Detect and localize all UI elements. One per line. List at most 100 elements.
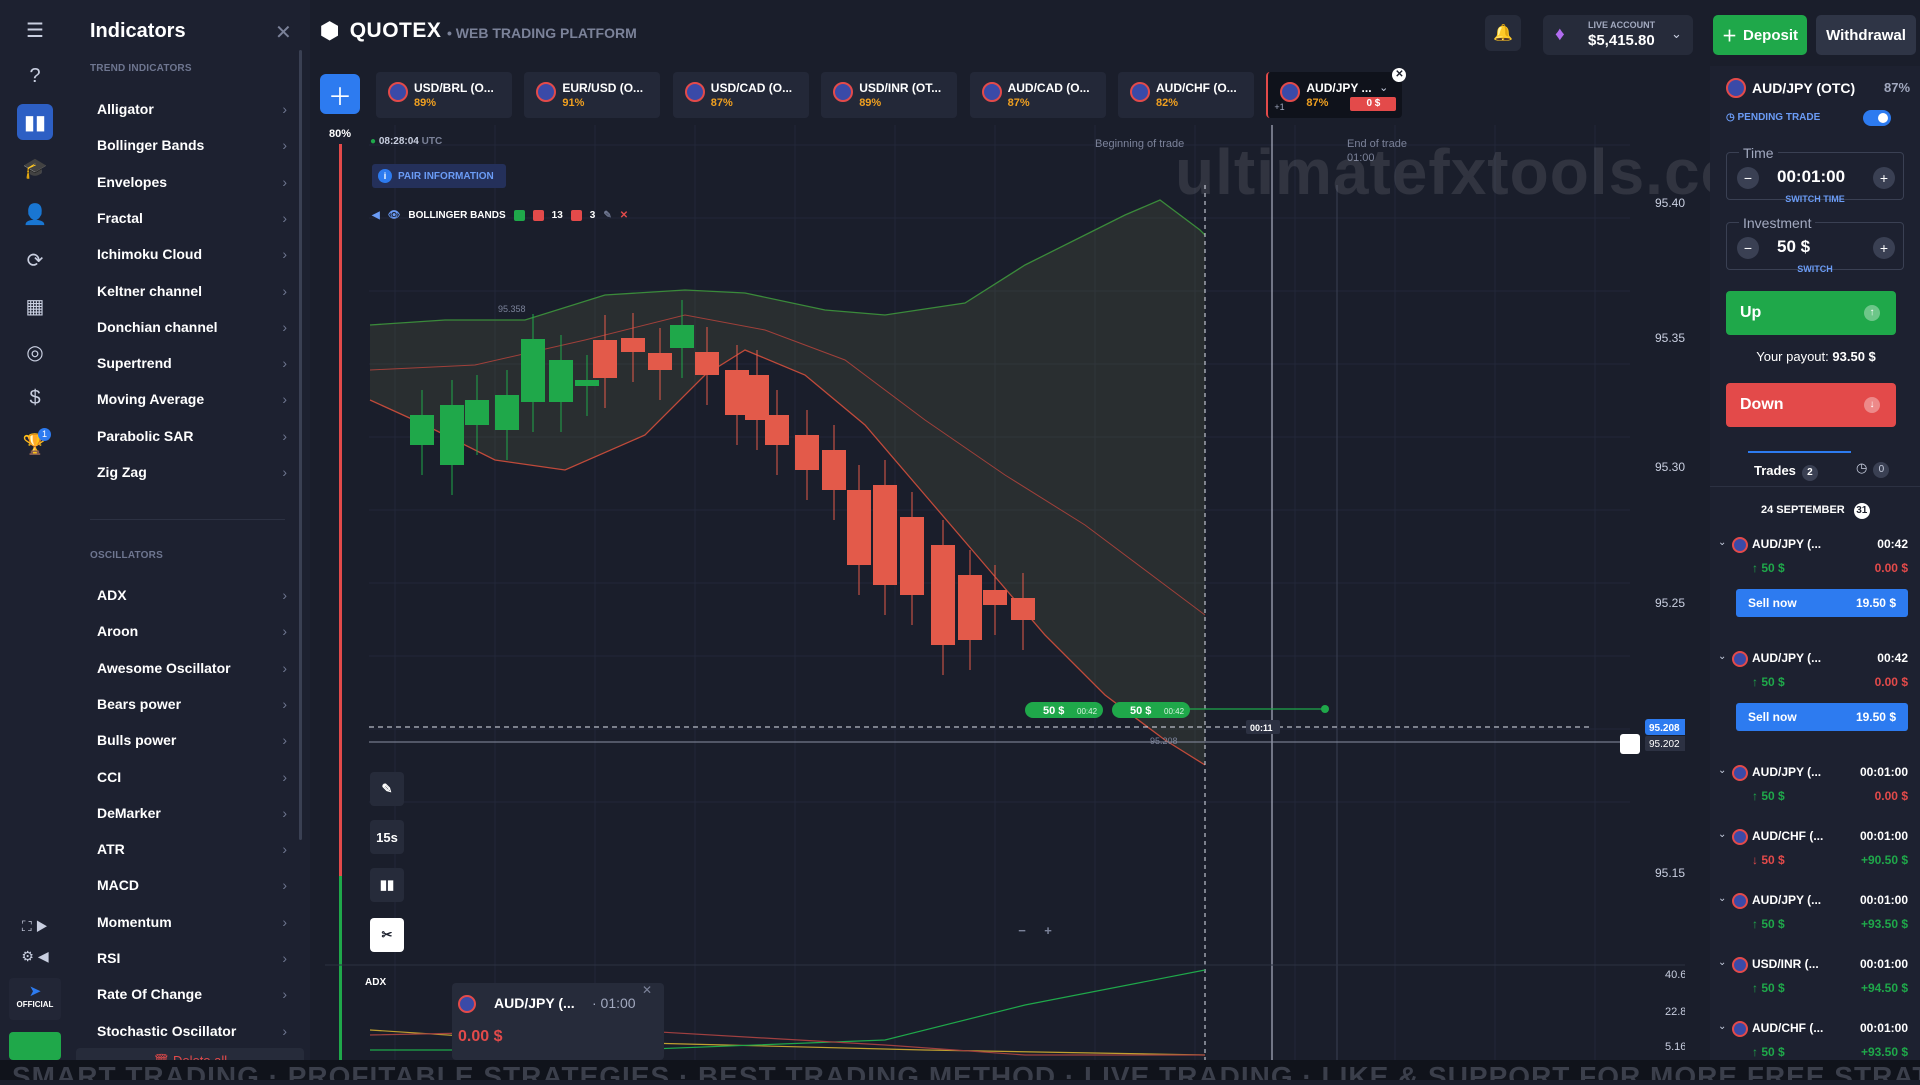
indicator-ichimoku-cloud[interactable]: Ichimoku Cloud › — [97, 239, 287, 269]
tab-trades[interactable]: Trades 2 — [1748, 451, 1851, 487]
switch-time-link[interactable]: SWITCH TIME — [1726, 194, 1904, 204]
indicator-envelopes[interactable]: Envelopes › — [97, 167, 287, 197]
price-chart[interactable]: Beginning of trade End of trade01:0095.40… — [325, 125, 1685, 1060]
trophy-icon[interactable]: 🏆 1 — [17, 426, 53, 462]
trade-item[interactable]: ⌄ AUD/JPY (... 00:01:00 ↑ 50 $ +93.50 $ — [1718, 893, 1914, 957]
indicator-momentum[interactable]: Momentum › — [97, 907, 287, 937]
brand-logo[interactable]: ⬢ QUOTEX — [320, 18, 441, 44]
indicator-adx[interactable]: ADX › — [97, 580, 287, 610]
scrollbar[interactable] — [299, 50, 302, 840]
tab-history[interactable]: ◷ 0 — [1856, 460, 1890, 478]
bb-color-mid[interactable] — [532, 209, 544, 221]
switch-link[interactable]: SWITCH — [1726, 264, 1904, 274]
chart-icon[interactable]: ▮▮ — [17, 104, 53, 140]
indicator-macd[interactable]: MACD › — [97, 870, 287, 900]
chevron-down-icon[interactable]: ⌄ — [1718, 957, 1726, 968]
signal-icon[interactable]: ◎ — [17, 334, 53, 370]
trade-item[interactable]: ⌄ AUD/JPY (... 00:42 ↑ 50 $ 0.00 $ Sell now 19… — [1718, 651, 1914, 741]
official-telegram-button[interactable]: ➤ OFFICIAL — [9, 978, 61, 1020]
time-value[interactable]: 00:01:00 — [1777, 167, 1845, 187]
trade-item[interactable]: ⌄ AUD/CHF (... 00:01:00 ↓ 50 $ +90.50 $ — [1718, 829, 1914, 893]
collapse-icon[interactable]: ◀ — [372, 210, 380, 221]
bb-color-upper[interactable] — [513, 209, 525, 221]
help-chat-button[interactable] — [9, 1032, 61, 1060]
investment-increase-button[interactable]: + — [1873, 237, 1895, 259]
time-increase-button[interactable]: + — [1873, 167, 1895, 189]
user-icon[interactable]: 👤 — [17, 196, 53, 232]
tools-icon[interactable]: ✂ — [370, 918, 404, 952]
close-icon[interactable]: ✕ — [642, 983, 652, 997]
eye-icon[interactable]: 👁 — [388, 210, 401, 221]
time-decrease-button[interactable]: − — [1737, 167, 1759, 189]
indicator-rate-of-change[interactable]: Rate Of Change › — [97, 979, 287, 1009]
notification-bell-icon[interactable]: 🔔 — [1485, 15, 1521, 51]
chart-type-icon[interactable]: ▮▮ — [370, 868, 404, 902]
drawing-tool-icon[interactable]: ✎ — [370, 772, 404, 806]
chevron-down-icon[interactable]: ⌄ — [1718, 765, 1726, 776]
indicator-atr[interactable]: ATR › — [97, 834, 287, 864]
up-button[interactable]: Up ↑ — [1726, 291, 1896, 335]
sell-now-button[interactable]: Sell now 19.50 $ — [1736, 589, 1908, 617]
indicator-alligator[interactable]: Alligator › — [97, 94, 287, 124]
asset-tab[interactable]: USD/INR (OT... 89% — [821, 72, 958, 118]
market-icon[interactable]: ▦ — [17, 288, 53, 324]
asset-tab[interactable]: AUD/CHF (O... 82% — [1118, 72, 1254, 118]
chevron-down-icon[interactable]: ⌄ — [1718, 651, 1726, 662]
asset-tab[interactable]: USD/CAD (O... 87% — [672, 72, 809, 118]
asset-tab[interactable]: USD/BRL (O... 89% — [376, 72, 512, 118]
indicator-rsi[interactable]: RSI › — [97, 943, 287, 973]
account-selector[interactable]: ♦ LIVE ACCOUNT $5,415.80 ⌄ — [1543, 15, 1693, 55]
add-asset-button[interactable]: ＋ — [320, 74, 360, 114]
deposit-button[interactable]: ＋ Deposit — [1713, 15, 1807, 55]
indicator-awesome-oscillator[interactable]: Awesome Oscillator › — [97, 653, 287, 683]
remove-indicator-icon[interactable]: ✕ — [620, 210, 628, 221]
sell-now-button[interactable]: Sell now 19.50 $ — [1736, 703, 1908, 731]
timeframe-button[interactable]: 15s — [370, 820, 404, 854]
selected-asset[interactable]: AUD/JPY (OTC) — [1726, 78, 1855, 98]
indicator-moving-average[interactable]: Moving Average › — [97, 384, 287, 414]
close-tab-icon[interactable]: ✕ — [1392, 68, 1407, 82]
education-icon[interactable]: 🎓 — [17, 150, 53, 186]
asset-tab[interactable]: EUR/USD (O... 91% — [524, 72, 661, 118]
edit-icon[interactable]: ✎ — [603, 210, 611, 221]
zoom-out-icon[interactable]: − — [1012, 920, 1032, 940]
time-field[interactable]: Time − 00:01:00 + — [1726, 145, 1904, 200]
indicator-fractal[interactable]: Fractal › — [97, 203, 287, 233]
down-button[interactable]: Down ↓ — [1726, 383, 1896, 427]
indicator-supertrend[interactable]: Supertrend › — [97, 348, 287, 378]
indicator-zig-zag[interactable]: Zig Zag › — [97, 457, 287, 487]
menu-icon[interactable]: ☰ — [17, 12, 53, 48]
chevron-down-icon[interactable]: ⌄ — [1718, 829, 1726, 840]
trade-item[interactable]: ⌄ USD/INR (... 00:01:00 ↑ 50 $ +94.50 $ — [1718, 957, 1914, 1021]
pending-trade-toggle[interactable] — [1863, 110, 1891, 126]
indicator-bears-power[interactable]: Bears power › — [97, 689, 287, 719]
help-icon[interactable]: ? — [17, 58, 53, 94]
chevron-down-icon[interactable]: ⌄ — [1718, 1021, 1726, 1032]
pair-information-button[interactable]: i PAIR INFORMATION — [372, 164, 506, 188]
indicator-keltner-channel[interactable]: Keltner channel › — [97, 276, 287, 306]
refresh-icon[interactable]: ⟳ — [17, 242, 53, 278]
asset-tab[interactable]: AUD/JPY ... 87% 0 $ ✕ +1 ⌄ — [1266, 68, 1407, 118]
zoom-in-icon[interactable]: + — [1038, 920, 1058, 940]
trade-popup[interactable]: AUD/JPY (... · 01:00 ✕ 0.00 $ — [452, 983, 664, 1060]
bb-color-lower[interactable] — [570, 209, 582, 221]
indicator-donchian-channel[interactable]: Donchian channel › — [97, 312, 287, 342]
settings-icon[interactable]: ⚙ ◀ — [17, 938, 53, 974]
asset-tab[interactable]: AUD/CAD (O... 87% — [969, 72, 1106, 118]
investment-field[interactable]: Investment − 50 $ + — [1726, 215, 1904, 270]
coins-icon[interactable]: $ — [17, 380, 53, 416]
indicator-demarker[interactable]: DeMarker › — [97, 798, 287, 828]
chevron-down-icon[interactable]: ⌄ — [1718, 893, 1726, 904]
investment-decrease-button[interactable]: − — [1737, 237, 1759, 259]
withdrawal-button[interactable]: Withdrawal — [1816, 15, 1916, 55]
indicator-parabolic-sar[interactable]: Parabolic SAR › — [97, 421, 287, 451]
indicator-bollinger-bands[interactable]: Bollinger Bands › — [97, 130, 287, 160]
close-icon[interactable]: ✕ — [275, 20, 292, 45]
chevron-down-icon[interactable]: ⌄ — [1718, 537, 1726, 548]
investment-value[interactable]: 50 $ — [1777, 237, 1810, 257]
indicator-cci[interactable]: CCI › — [97, 762, 287, 792]
indicator-aroon[interactable]: Aroon › — [97, 616, 287, 646]
indicator-bulls-power[interactable]: Bulls power › — [97, 725, 287, 755]
trade-item[interactable]: ⌄ AUD/JPY (... 00:42 ↑ 50 $ 0.00 $ Sell now 19… — [1718, 537, 1914, 627]
indicator-stochastic-oscillator[interactable]: Stochastic Oscillator › — [97, 1016, 287, 1046]
